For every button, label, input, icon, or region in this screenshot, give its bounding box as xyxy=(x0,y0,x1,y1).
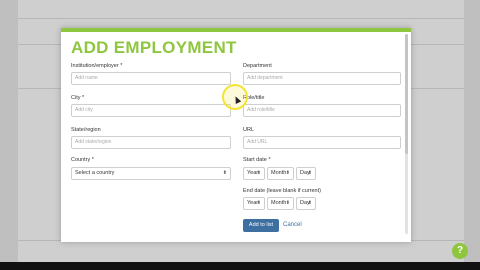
end-date-label: End date (leave blank if current) xyxy=(243,188,321,194)
start-month-value: Month xyxy=(271,170,287,176)
modal-accent-bar xyxy=(61,28,411,32)
select-caret-icon: ⬍ xyxy=(222,170,227,176)
select-caret-icon: ⬍ xyxy=(256,170,261,176)
background-bottom-bar xyxy=(0,262,480,270)
select-caret-icon: ⬍ xyxy=(256,200,261,206)
role-input[interactable]: Add role/title xyxy=(243,104,401,117)
department-label: Department xyxy=(243,63,272,69)
start-month-select[interactable]: Month ⬍ xyxy=(267,167,294,180)
country-select-value: Select a country xyxy=(75,170,115,176)
select-caret-icon: ⬍ xyxy=(285,170,290,176)
modal-title: ADD EMPLOYMENT xyxy=(71,38,237,57)
url-label: URL xyxy=(243,127,255,133)
help-icon[interactable]: ? xyxy=(452,243,468,259)
select-caret-icon: ⬍ xyxy=(307,200,312,206)
add-to-list-button[interactable]: Add to list xyxy=(243,219,279,232)
add-employment-modal: ADD EMPLOYMENT Institution/employer * Ad… xyxy=(61,28,411,242)
url-input[interactable]: Add URL xyxy=(243,136,401,149)
department-input[interactable]: Add department xyxy=(243,72,401,85)
state-input[interactable]: Add state/region xyxy=(71,136,231,149)
background-divider xyxy=(18,18,464,19)
cancel-link[interactable]: Cancel xyxy=(283,222,302,228)
city-input[interactable]: Add city xyxy=(71,104,231,117)
institution-input[interactable]: Add name xyxy=(71,72,231,85)
modal-scrollbar-thumb[interactable] xyxy=(405,34,408,154)
start-day-select[interactable]: Day ⬍ xyxy=(296,167,316,180)
end-month-select[interactable]: Month ⬍ xyxy=(267,197,294,210)
end-month-value: Month xyxy=(271,200,287,206)
start-year-select[interactable]: Year ⬍ xyxy=(243,167,265,180)
select-caret-icon: ⬍ xyxy=(307,170,312,176)
state-label: State/region xyxy=(71,127,101,133)
country-label: Country * xyxy=(71,157,94,163)
end-year-select[interactable]: Year ⬍ xyxy=(243,197,265,210)
select-caret-icon: ⬍ xyxy=(285,200,290,206)
start-date-label: Start date * xyxy=(243,157,271,163)
country-select[interactable]: Select a country ⬍ xyxy=(71,167,231,180)
end-day-select[interactable]: Day ⬍ xyxy=(296,197,316,210)
institution-label: Institution/employer * xyxy=(71,63,123,69)
city-label: City * xyxy=(71,95,85,101)
